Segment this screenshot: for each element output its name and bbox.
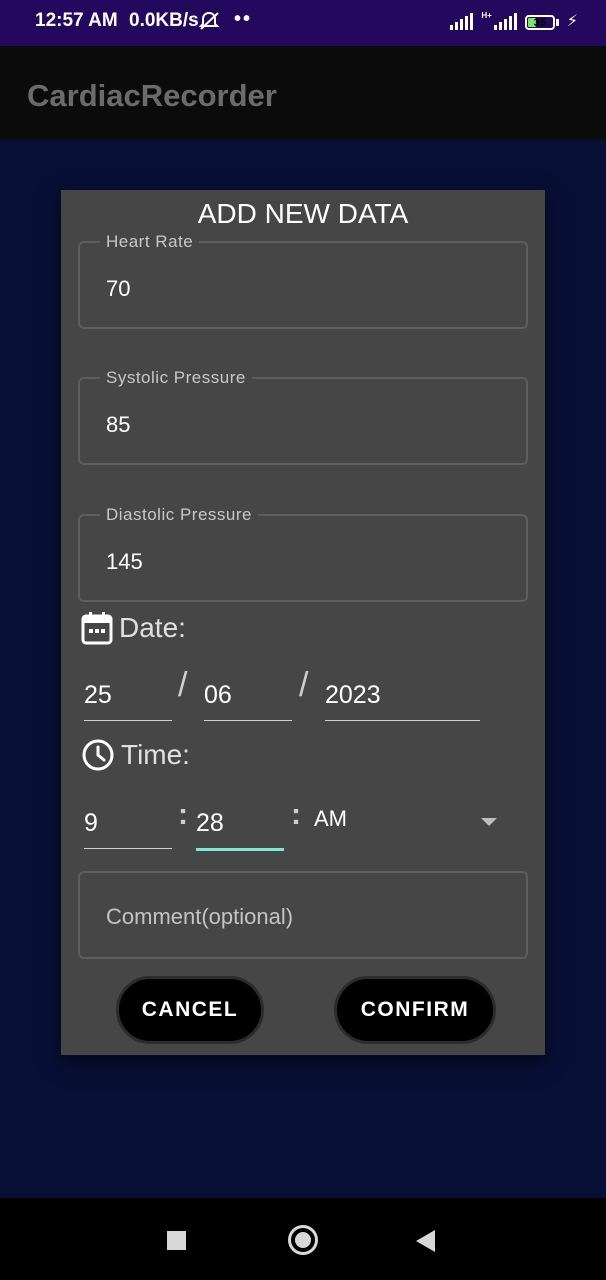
diastolic-pressure-field[interactable]: Diastolic Pressure 145 — [78, 505, 528, 602]
time-minute-input[interactable]: 28 — [196, 795, 284, 851]
signal-icon-2 — [493, 12, 517, 30]
comment-placeholder: Comment(optional) — [106, 904, 294, 929]
network-type: H+ — [481, 11, 492, 20]
add-data-dialog: ADD NEW DATA Heart Rate 70 Systolic Pres… — [61, 190, 545, 1055]
date-day-input[interactable]: 25 — [84, 668, 172, 721]
dropdown-arrow-icon[interactable] — [481, 818, 497, 826]
calendar-icon — [81, 612, 113, 645]
dialog-title: ADD NEW DATA — [197, 198, 409, 229]
date-month-value: 06 — [204, 681, 232, 709]
time-minute-value: 28 — [196, 809, 224, 837]
systolic-pressure-value: 85 — [106, 412, 131, 437]
date-separator-2: / — [299, 666, 309, 704]
date-separator-1: / — [178, 666, 188, 704]
heart-rate-label: Heart Rate — [100, 232, 200, 252]
signal-icon — [450, 12, 474, 30]
systolic-pressure-field[interactable]: Systolic Pressure 85 — [78, 368, 528, 465]
status-time: 12:57 AM — [35, 10, 118, 31]
back-icon[interactable] — [416, 1230, 435, 1252]
charging-icon: ⚡ — [566, 13, 578, 30]
cancel-button[interactable]: CANCEL — [116, 976, 264, 1044]
time-separator-1: : — [178, 798, 188, 831]
battery-level: 35 — [533, 16, 546, 29]
time-separator-2: : — [291, 798, 301, 831]
recents-icon[interactable] — [167, 1231, 186, 1250]
date-year-value: 2023 — [325, 681, 381, 709]
date-year-input[interactable]: 2023 — [325, 668, 480, 721]
am-pm-select[interactable]: AM — [314, 806, 347, 832]
navigation-bar — [0, 1198, 606, 1280]
diastolic-pressure-value: 145 — [106, 549, 143, 574]
status-more-dots: •• — [234, 8, 253, 30]
diastolic-pressure-label: Diastolic Pressure — [100, 505, 258, 525]
date-month-input[interactable]: 06 — [204, 668, 292, 721]
battery-tip — [555, 19, 559, 26]
time-hour-input[interactable]: 9 — [84, 795, 172, 849]
date-section-label: Date: — [81, 611, 186, 645]
battery-icon: 35 — [524, 15, 555, 30]
date-day-value: 25 — [84, 681, 112, 709]
confirm-button[interactable]: CONFIRM — [334, 976, 496, 1044]
systolic-pressure-label: Systolic Pressure — [100, 368, 252, 388]
time-label: Time: — [121, 739, 190, 770]
app-bar: CardiacRecorder — [0, 46, 606, 140]
time-hour-value: 9 — [84, 809, 98, 837]
home-icon[interactable] — [288, 1225, 318, 1255]
status-bar: 12:57 AM 0.0KB/s •• H+ 35 ⚡ — [0, 0, 606, 46]
heart-rate-value: 70 — [106, 276, 131, 301]
clock-icon — [82, 739, 114, 771]
app-title: CardiacRecorder — [27, 78, 277, 113]
date-label: Date: — [119, 612, 186, 643]
notifications-muted-icon — [198, 11, 220, 30]
comment-field[interactable]: Comment(optional) — [78, 871, 528, 959]
heart-rate-field[interactable]: Heart Rate 70 — [78, 232, 528, 329]
status-network-speed: 0.0KB/s — [129, 10, 199, 31]
time-section-label: Time: — [81, 738, 190, 772]
